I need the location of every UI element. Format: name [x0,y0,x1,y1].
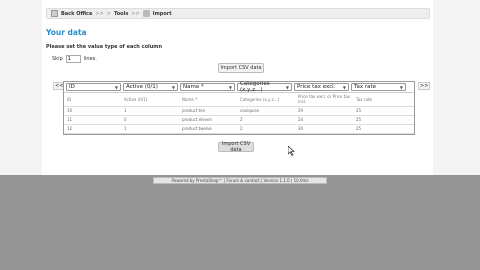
import-data-button[interactable]: Import CSV data [218,141,254,153]
table-cell: 1 [123,124,181,134]
next-columns-button[interactable]: >> [418,82,431,90]
column-type-selectors: ID ▼ Active (0/1) ▼ Name * ▼ Categories (x,… [64,81,414,93]
page-title: Your data [46,28,87,37]
column-select-5[interactable]: Price tax excl. ▼ [294,83,349,91]
table-cell: 0 [123,115,181,125]
breadcrumb-item-back-office[interactable]: Back Office [61,11,92,17]
column-select-1[interactable]: ID ▼ [66,83,121,91]
table-header-cell: Price tax excl. or Price tax incl. [297,93,355,107]
table-cell: 2 [239,115,297,125]
table-row: 10 1 product ten caniquise 29 25 [64,106,414,116]
table-header-row: ID Active (0/1) Name * Categories (x,y,z… [64,93,414,107]
table-cell: 24 [297,115,355,125]
select-value: Name * [183,84,204,90]
table-header-cell: Active (0/1) [123,93,181,107]
breadcrumb-separator: >> [95,10,104,17]
breadcrumb: Back Office >> > Tools >> Import [46,8,430,19]
select-value: Tax rate [354,84,376,90]
chevron-down-icon: ▼ [342,84,346,90]
chevron-down-icon: ▼ [285,84,289,90]
skip-suffix: lines. [83,56,97,62]
home-icon [51,10,58,17]
column-select-6[interactable]: Tax rate ▼ [351,83,406,91]
table-row: 11 0 product eleven 2 24 25 [64,115,414,125]
chevron-down-icon: ▼ [228,84,232,90]
table-row: 12 1 product twelve 2 30 25 [64,124,414,134]
table-cell: 25 [355,106,414,116]
breadcrumb-item-import: Import [152,10,172,17]
column-select-4[interactable]: Categories (x,y,z...) ▼ [237,81,292,93]
table-cell: 11 [64,115,123,125]
table-cell: 25 [355,124,414,134]
chevron-down-icon: ▼ [171,84,175,90]
import-preview-grid: ID ▼ Active (0/1) ▼ Name * ▼ Categories (x,… [63,81,415,135]
select-value: Active (0/1) [126,84,158,90]
page-bottom-band [0,175,480,270]
table-cell: product twelve [181,124,239,134]
column-select-3[interactable]: Name * ▼ [180,83,235,91]
select-value: Categories (x,y,z...) [240,81,270,93]
footer: Powered by PrestaShop™ | Forum & contact… [153,177,327,184]
chevron-down-icon: ▼ [114,84,118,90]
table-cell: product eleven [181,115,239,125]
table-cell: caniquise [239,106,297,116]
table-header-cell: ID [64,93,123,107]
table-cell: 25 [355,115,414,125]
breadcrumb-separator: > [106,10,111,17]
table-cell: 2 [239,124,297,134]
skip-lines-row: Skip lines. [52,55,97,63]
table-cell: 30 [297,124,355,134]
chevron-down-icon: ▼ [399,84,403,90]
table-header-cell: Categories (x,y,z...) [239,93,297,107]
select-value: ID [69,84,75,90]
skip-lines-input[interactable] [65,55,81,63]
table-cell: product ten [181,106,239,116]
preview-table: ID Active (0/1) Name * Categories (x,y,z… [64,93,414,134]
column-select-2[interactable]: Active (0/1) ▼ [123,83,178,91]
mouse-cursor-icon [288,146,295,156]
breadcrumb-item-tools[interactable]: Tools [114,11,128,17]
skip-label: Skip [52,56,63,62]
import-csv-button[interactable]: Import CSV data [218,63,264,73]
table-header-cell: Tax rate [355,93,414,107]
table-header-cell: Name * [181,93,239,107]
table-cell: 10 [64,106,123,116]
table-cell: 1 [123,106,181,116]
main-page: Back Office >> > Tools >> Import Your da… [42,0,433,175]
breadcrumb-marker-icon [142,10,150,17]
instructions-text: Please set the value type of each column [46,44,163,50]
table-cell: 12 [64,124,123,134]
table-cell: 29 [297,106,355,116]
select-value: Price tax excl. [297,84,336,90]
breadcrumb-separator: >> [131,10,140,17]
